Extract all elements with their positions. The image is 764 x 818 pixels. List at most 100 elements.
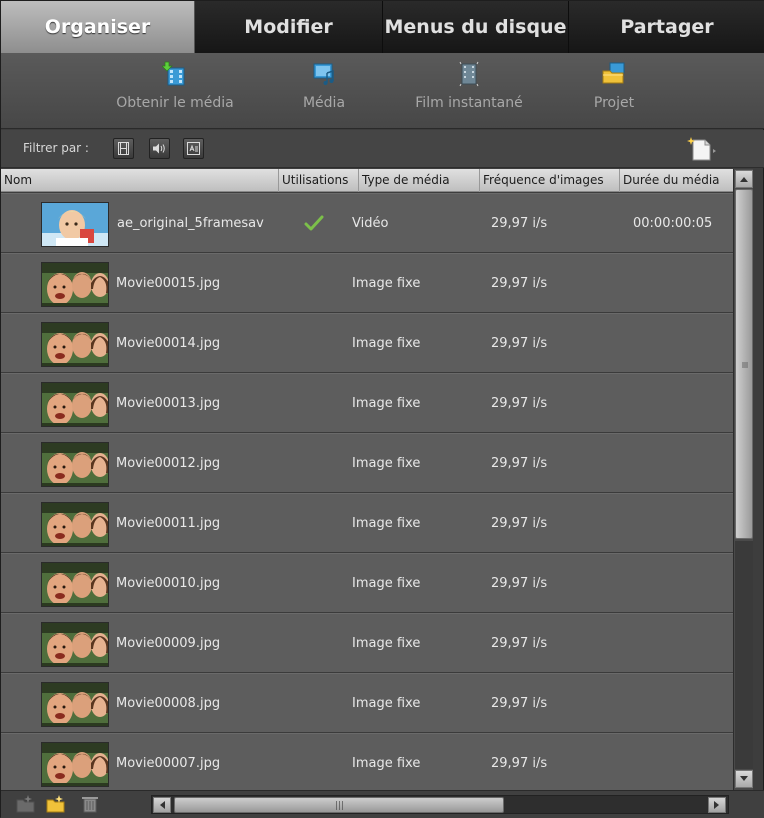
column-media-type[interactable]: Type de média [358, 169, 479, 192]
media-duration: 00:00:00:05 [633, 216, 713, 231]
scroll-up-button[interactable] [735, 170, 753, 188]
media-type: Vidéo [352, 216, 389, 231]
horizontal-scroll-thumb[interactable]: ||| [174, 797, 504, 813]
instant-movie-icon [456, 61, 482, 87]
media-row[interactable]: Movie00015.jpg Image fixe 29,97 i/s [1, 253, 733, 313]
subtab-media[interactable]: Média [289, 61, 359, 111]
column-frame-rate[interactable]: Fréquence d'images [479, 169, 619, 192]
scroll-down-button[interactable] [735, 770, 753, 788]
media-type: Image fixe [352, 516, 421, 531]
media-type: Image fixe [352, 576, 421, 591]
media-duration [633, 734, 729, 790]
tab-modifier[interactable]: Modifier [195, 1, 383, 53]
tab-menus-du-disque[interactable]: Menus du disque [383, 1, 569, 53]
media-type: Image fixe [352, 396, 421, 411]
media-type: Image fixe [352, 756, 421, 771]
tab-organiser[interactable]: Organiser [1, 1, 195, 53]
subtab-instant-movie-label: Film instantané [415, 95, 523, 111]
media-row[interactable]: Movie00013.jpg Image fixe 29,97 i/s [1, 373, 733, 433]
media-row[interactable]: Movie00014.jpg Image fixe 29,97 i/s [1, 313, 733, 373]
delete-button[interactable] [79, 794, 101, 814]
column-name[interactable]: Nom [1, 169, 278, 192]
frame-rate: 29,97 i/s [491, 336, 548, 351]
media-icon [311, 61, 337, 87]
new-item-button[interactable] [687, 135, 717, 163]
media-name: Movie00015.jpg [116, 276, 221, 291]
media-duration [633, 494, 729, 554]
frame-rate: 29,97 i/s [491, 396, 548, 411]
subtab-get-media[interactable]: Obtenir le média [105, 61, 245, 111]
media-duration [633, 674, 729, 734]
media-duration [633, 554, 729, 614]
image-thumbnail [41, 322, 109, 367]
vertical-scrollbar[interactable] [733, 169, 753, 790]
media-type: Image fixe [352, 636, 421, 651]
grip-icon [742, 362, 748, 368]
media-type: Image fixe [352, 336, 421, 351]
media-row[interactable]: Movie00011.jpg Image fixe 29,97 i/s [1, 493, 733, 553]
media-row[interactable]: Movie00008.jpg Image fixe 29,97 i/s [1, 673, 733, 733]
bottom-bar: ||| [1, 790, 764, 818]
media-type: Image fixe [352, 696, 421, 711]
check-icon [303, 212, 325, 234]
media-row[interactable]: Movie00009.jpg Image fixe 29,97 i/s [1, 613, 733, 673]
filter-audio-button[interactable] [149, 138, 170, 159]
media-name: Movie00010.jpg [116, 576, 221, 591]
folder-button[interactable] [45, 794, 67, 814]
image-thumbnail [41, 382, 109, 427]
media-row[interactable]: ae_original_5framesav Vidéo 29,97 i/s 00:00… [1, 193, 733, 253]
trash-icon [82, 797, 98, 813]
vertical-scroll-track[interactable] [735, 541, 753, 769]
media-name: Movie00007.jpg [116, 756, 221, 771]
get-media-icon [161, 61, 188, 87]
media-duration [633, 374, 729, 434]
project-panel: Organiser Modifier Menus du disque Parta… [0, 0, 764, 818]
media-name: ae_original_5framesav [117, 216, 264, 231]
arrow-right-icon [714, 801, 719, 809]
subtab-media-label: Média [302, 95, 346, 111]
grip-icon: ||| [335, 801, 345, 811]
arrow-left-icon [160, 801, 165, 809]
image-thumbnail [41, 622, 109, 667]
main-tabs: Organiser Modifier Menus du disque Parta… [1, 1, 764, 53]
media-name: Movie00011.jpg [116, 516, 221, 531]
media-row[interactable]: Movie00010.jpg Image fixe 29,97 i/s [1, 553, 733, 613]
vertical-scroll-thumb[interactable] [735, 189, 753, 539]
scroll-right-button[interactable] [708, 797, 726, 813]
image-thumbnail [41, 742, 109, 787]
filter-title-icon [187, 142, 200, 155]
image-thumbnail [41, 262, 109, 307]
frame-rate: 29,97 i/s [491, 576, 548, 591]
subtab-project[interactable]: Projet [581, 61, 647, 111]
frame-rate: 29,97 i/s [491, 216, 548, 231]
subtab-instant-movie[interactable]: Film instantané [403, 61, 535, 111]
scroll-left-button[interactable] [153, 797, 171, 813]
frame-rate: 29,97 i/s [491, 516, 548, 531]
arrow-up-icon [740, 177, 748, 182]
frame-rate: 29,97 i/s [491, 456, 548, 471]
media-name: Movie00013.jpg [116, 396, 221, 411]
filter-video-button[interactable] [113, 138, 134, 159]
frame-rate: 29,97 i/s [491, 696, 548, 711]
media-name: Movie00012.jpg [116, 456, 221, 471]
folder-icon [46, 795, 65, 813]
filter-title-button[interactable] [183, 138, 204, 159]
media-type: Image fixe [352, 276, 421, 291]
image-thumbnail [41, 562, 109, 607]
organiser-subtabs: Obtenir le média Média Film instantané P… [1, 53, 764, 129]
media-row[interactable]: Movie00012.jpg Image fixe 29,97 i/s [1, 433, 733, 493]
filter-bar: Filtrer par : [1, 130, 764, 168]
media-row[interactable]: Movie00007.jpg Image fixe 29,97 i/s [1, 733, 733, 790]
frame-rate: 29,97 i/s [491, 276, 548, 291]
column-uses[interactable]: Utilisations [278, 169, 358, 192]
tab-partager[interactable]: Partager [569, 1, 764, 53]
horizontal-scrollbar[interactable]: ||| [151, 795, 729, 814]
media-duration [633, 434, 729, 494]
media-name: Movie00008.jpg [116, 696, 221, 711]
column-duration[interactable]: Durée du média [619, 169, 733, 192]
new-folder-button[interactable] [15, 794, 37, 814]
media-duration [633, 314, 729, 374]
project-icon [601, 61, 627, 87]
new-folder-icon [16, 795, 35, 813]
new-item-icon [687, 137, 716, 161]
